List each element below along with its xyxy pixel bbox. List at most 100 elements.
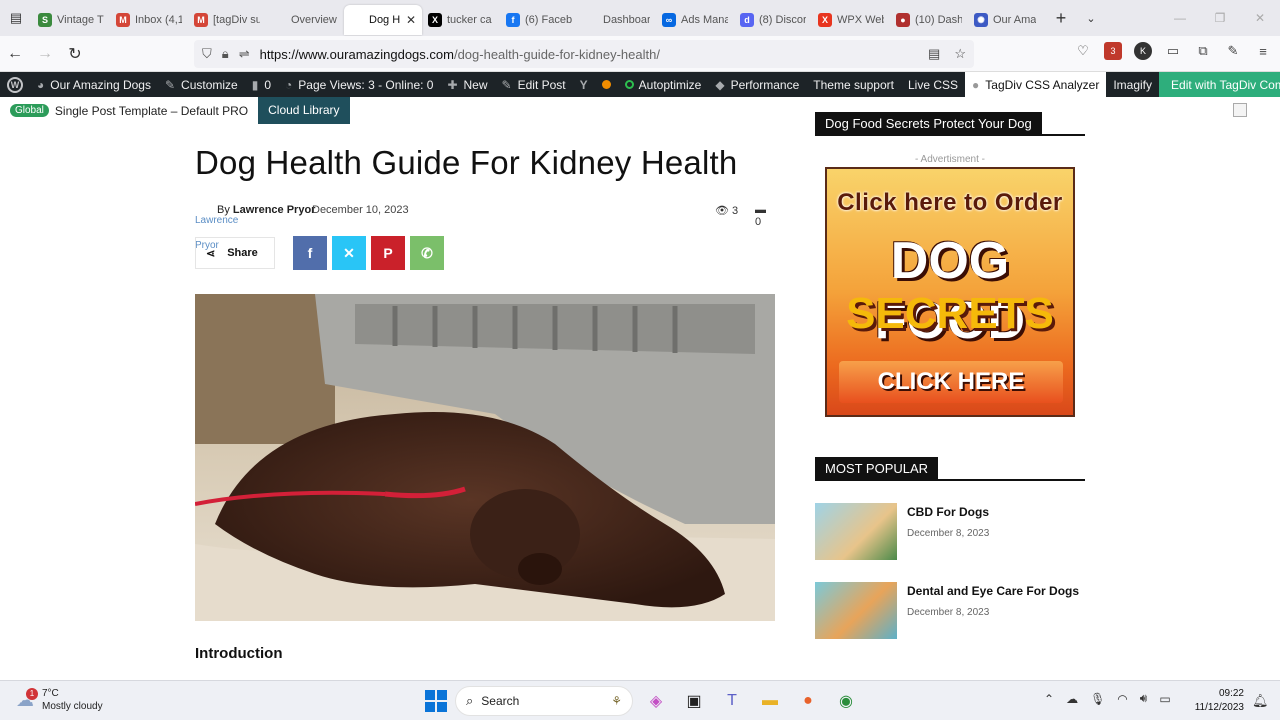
microphone-icon[interactable]: 🎙︎: [1090, 692, 1105, 706]
lock-icon[interactable]: 🔒︎: [222, 46, 229, 62]
back-button[interactable]: ←: [0, 45, 30, 63]
seo-status-icon[interactable]: [595, 72, 618, 97]
admin-customize[interactable]: ✎ Customize: [158, 72, 245, 97]
file-explorer-icon[interactable]: ▬: [755, 686, 785, 716]
shield-icon[interactable]: ⛉: [202, 46, 212, 62]
tab-favicon-icon: [272, 13, 286, 27]
ad-block-heading: Dog Food Secrets Protect Your Dog: [815, 112, 1085, 136]
yoast-icon[interactable]: Y: [573, 72, 595, 97]
admin-performance[interactable]: ◆ Performance: [708, 72, 806, 97]
forward-button[interactable]: →: [30, 45, 60, 63]
minimize-button[interactable]: —: [1160, 11, 1200, 25]
browser-tab[interactable]: S Vintage T: [32, 5, 110, 35]
frame-checkbox[interactable]: [1233, 103, 1247, 117]
share-button[interactable]: ⋖ Share: [195, 237, 275, 269]
admin-theme-support[interactable]: Theme support: [806, 72, 901, 97]
author-link[interactable]: Lawrence Pryor: [233, 204, 316, 216]
template-name[interactable]: Single Post Template – Default PRO: [55, 104, 248, 118]
intro-heading: Introduction: [195, 645, 283, 662]
chrome-icon[interactable]: ◉: [831, 686, 861, 716]
popular-title[interactable]: Dental and Eye Care For Dogs: [907, 584, 1079, 598]
admin-css-analyzer[interactable]: ● TagDiv CSS Analyzer: [965, 72, 1107, 97]
admin-site-name[interactable]: ◕ Our Amazing Dogs: [30, 72, 158, 97]
tab-list-chevron-icon[interactable]: ⌄: [1076, 12, 1106, 25]
popular-item[interactable]: CBD For Dogs December 8, 2023: [815, 503, 1085, 560]
firefox-icon[interactable]: ●: [793, 686, 823, 716]
whatsapp-icon: ✆: [421, 244, 433, 261]
browser-tab[interactable]: M [tagDiv su: [188, 5, 266, 35]
weather-widget[interactable]: ☁ 1 7°C Mostly cloudy: [16, 687, 103, 713]
admin-comments[interactable]: ▮ 0: [245, 72, 278, 97]
x-share-button[interactable]: ✕: [332, 236, 366, 270]
popular-title[interactable]: CBD For Dogs: [907, 505, 989, 519]
facebook-share-button[interactable]: f: [293, 236, 327, 270]
dental-thumbnail[interactable]: [815, 582, 897, 639]
new-tab-button[interactable]: +: [1046, 8, 1076, 29]
browser-tab[interactable]: ● (10) Dash: [890, 5, 968, 35]
dog-food-secrets-ad[interactable]: Click here to Order DOG FOOD SECRETS CLI…: [825, 167, 1075, 417]
battery-icon[interactable]: ▭: [1159, 692, 1170, 706]
browser-tab[interactable]: d (8) Discor: [734, 5, 812, 35]
share-row: ⋖ Share f ✕ P ✆: [195, 236, 444, 270]
show-hidden-icons-chevron[interactable]: ⌃: [1044, 692, 1054, 706]
admin-edit-post[interactable]: ✎ Edit Post: [495, 72, 573, 97]
profile-extension-icon[interactable]: K: [1134, 42, 1152, 60]
address-bar[interactable]: ⛉ 🔒︎ ⇌ https://www.ouramazingdogs.com/do…: [194, 40, 974, 68]
most-popular-block: MOST POPULAR CBD For Dogs December 8, 20…: [815, 457, 1085, 639]
extension-badge-icon[interactable]: 3: [1104, 42, 1122, 60]
admin-live-css[interactable]: Live CSS: [901, 72, 965, 97]
comments-count[interactable]: ▬ 0: [755, 204, 775, 228]
reader-view-icon[interactable]: ▤: [928, 46, 940, 62]
menu-hamburger-icon[interactable]: ≡: [1254, 42, 1272, 60]
browser-tab[interactable]: f (6) Faceb: [500, 5, 578, 35]
reload-button[interactable]: ↻: [60, 44, 90, 64]
close-tab-icon[interactable]: ✕: [406, 13, 416, 27]
whatsapp-share-button[interactable]: ✆: [410, 236, 444, 270]
start-button[interactable]: [425, 690, 447, 712]
pinterest-share-button[interactable]: P: [371, 236, 405, 270]
edit-with-composer-button[interactable]: Edit with TagDiv Composer: [1159, 72, 1280, 97]
browser-tab[interactable]: Dashboard -: [578, 5, 656, 35]
page-settings-icon[interactable]: ⇌: [239, 46, 250, 62]
brush-icon: ✎: [164, 77, 176, 92]
screenshot-extension-icon[interactable]: ▭: [1164, 42, 1182, 60]
tab-overview-icon[interactable]: ▤: [0, 0, 32, 36]
notification-bell-icon[interactable]: 🔔︎: [1252, 693, 1269, 709]
volume-icon[interactable]: 🔊︎: [1140, 691, 1148, 706]
browser-tab[interactable]: X WPX Web: [812, 5, 890, 35]
task-view-icon[interactable]: ▣: [679, 686, 709, 716]
extensions-puzzle-icon[interactable]: ⧉: [1194, 42, 1212, 60]
tab-favicon-icon: ✺: [974, 13, 988, 27]
admin-autoptimize[interactable]: Autoptimize: [618, 72, 709, 97]
admin-page-views[interactable]: ◔ Page Views: 3 - Online: 0: [278, 72, 440, 97]
autoptimize-status-icon: [624, 80, 634, 89]
wifi-icon[interactable]: ◠: [1117, 692, 1127, 706]
wordpress-logo-icon[interactable]: W: [0, 72, 30, 97]
wp-admin-bar: W ◕ Our Amazing Dogs ✎ Customize ▮ 0 ◔ Page …: [0, 72, 1280, 97]
teams-icon[interactable]: T: [717, 686, 747, 716]
bookmark-star-icon[interactable]: ☆: [954, 46, 966, 62]
most-popular-heading: MOST POPULAR: [815, 457, 1085, 481]
browser-tab[interactable]: Xtucker ca: [422, 5, 500, 35]
cbd-thumbnail[interactable]: [815, 503, 897, 560]
browser-tab[interactable]: Overview ‹ O: [266, 5, 344, 35]
taskbar-clock[interactable]: 09:22 11/12/2023: [1190, 687, 1244, 715]
eyedropper-icon[interactable]: ✎: [1224, 42, 1242, 60]
browser-tab[interactable]: M Inbox (4,1: [110, 5, 188, 35]
taskbar-search[interactable]: ⌕ Search ⚘: [455, 686, 633, 716]
ad-click-here-button[interactable]: CLICK HERE: [839, 361, 1063, 403]
maximize-button[interactable]: ❐: [1200, 11, 1240, 25]
copilot-icon[interactable]: ◈: [641, 686, 671, 716]
admin-new[interactable]: ✚ New: [440, 72, 494, 97]
onedrive-icon[interactable]: ☁: [1066, 692, 1078, 706]
pocket-icon[interactable]: ♡: [1074, 42, 1092, 60]
browser-tab[interactable]: Dog Healtl ✕: [344, 5, 422, 35]
cloud-library-button[interactable]: Cloud Library: [258, 97, 350, 124]
tab-label: (10) Dash: [915, 14, 962, 26]
close-window-button[interactable]: ✕: [1240, 11, 1280, 25]
popular-item[interactable]: Dental and Eye Care For Dogs December 8,…: [815, 582, 1085, 639]
browser-tab[interactable]: ∞ Ads Mana: [656, 5, 734, 35]
browser-tab[interactable]: ✺ Our Ama: [968, 5, 1046, 35]
admin-imagify[interactable]: Imagify: [1106, 72, 1159, 97]
tab-label: Ads Mana: [681, 14, 728, 26]
